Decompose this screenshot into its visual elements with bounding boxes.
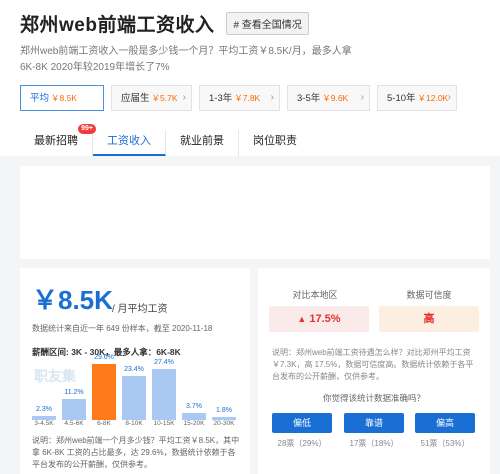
filter-graduate[interactable]: 应届生 ￥5.7K › — [111, 85, 192, 111]
chart-data-label: 3.7% — [186, 403, 202, 410]
tab-duties[interactable]: 岗位职责 — [239, 130, 311, 156]
chart-data-label: 27.4% — [154, 359, 174, 366]
filter-label: 1-3年 — [209, 93, 233, 104]
sample-note: 数据统计来自近一年 649 份样本，截至 2020-11-18 — [32, 324, 213, 333]
chart-tick-label: 3-4.5K — [34, 420, 54, 427]
chart-tick-label: 15-20K — [183, 420, 205, 427]
chart-tick-label: 8-10K — [125, 420, 143, 427]
salary-unit-label: / 月平均工资 — [112, 304, 168, 315]
compare-value-box: ▲ 17.5% — [269, 306, 369, 332]
trust-heading: 数据可信度 — [406, 290, 452, 300]
vote-high-count: 51票（53%） — [420, 439, 470, 448]
filter-label: 应届生 — [121, 93, 150, 104]
chart-bar — [62, 399, 86, 420]
experience-filter: 平均 ￥8.5K 应届生 ￥5.7K › 1-3年 ￥7.8K › 3-5年 ￥9.6K… — [20, 85, 464, 111]
salary-summary: 郑州web前端工资收入一般是多少钱一个月？平均工资￥8.5K/月，最多人拿 6K… — [20, 46, 352, 73]
filter-value: ￥5.7K — [151, 93, 178, 103]
accuracy-question: 你觉得该统计数据准确吗？ — [322, 393, 425, 403]
vote-reliable-count: 17票（18%） — [349, 439, 399, 448]
page-title: 郑州web前端工资收入 — [20, 15, 215, 36]
salary-description: 说明：郑州web前端一个月多少钱？平均工资￥8.5K，其中拿 6K-8K 工资的… — [32, 436, 240, 469]
vote-low-button[interactable]: 偏低 — [272, 413, 332, 433]
filter-value: ￥9.6K — [322, 93, 349, 103]
chart-bar — [122, 376, 146, 420]
chevron-right-icon: › — [360, 92, 364, 103]
chevron-right-icon: › — [447, 92, 451, 103]
chevron-right-icon: › — [182, 92, 186, 103]
tab-label: 最新招聘 — [34, 135, 78, 147]
title-row: 郑州web前端工资收入 # 查看全国情况 — [20, 10, 309, 37]
chart-data-label: 23.4% — [124, 366, 144, 373]
chart-bar — [152, 369, 176, 420]
filter-label: 3-5年 — [297, 93, 321, 104]
average-salary-value: ￥8.5K — [32, 285, 113, 315]
chart-tick-label: 20-30K — [213, 420, 235, 427]
tab-prospect[interactable]: 就业前景 — [166, 130, 239, 156]
average-salary-card: ￥8.5K / 月平均工资 数据统计来自近一年 649 份样本，截至 2020-… — [20, 268, 250, 474]
comparison-card: 对比本地区 数据可信度 ▲ 17.5% 高 说明：郑州web前端工资待遇怎么样？… — [258, 268, 490, 474]
filter-average[interactable]: 平均 ￥8.5K — [20, 85, 104, 111]
tab-salary[interactable]: 工资收入 — [93, 130, 166, 156]
tab-jobs[interactable]: 最新招聘 99+ — [20, 124, 96, 156]
filter-label: 5-10年 — [387, 93, 416, 104]
chart-tick-label: 6-8K — [97, 420, 111, 427]
filter-value: ￥7.8K — [234, 93, 261, 103]
chart-bar — [182, 413, 206, 420]
chart-data-label: 2.3% — [36, 406, 52, 413]
chart-data-label: 1.8% — [216, 407, 232, 414]
compare-value: 17.5% — [309, 313, 341, 325]
chart-tick-label: 10-15K — [153, 420, 175, 427]
filter-value: ￥8.5K — [51, 93, 78, 103]
vote-low-count: 28票（29%） — [277, 439, 327, 448]
trust-value-box: 高 — [379, 306, 479, 332]
filter-5-10-years[interactable]: 5-10年 ￥12.0K › — [377, 85, 457, 111]
salary-distribution-chart: 2.3% 11.2% 29.6% 23.4% 27.4% 3.7% 1.8% — [32, 354, 242, 420]
vote-reliable-button[interactable]: 靠谱 — [344, 413, 404, 433]
chart-tick-label: 4.5-6K — [64, 420, 84, 427]
view-national-button[interactable]: # 查看全国情况 — [226, 12, 309, 35]
vote-high-button[interactable]: 偏高 — [415, 413, 475, 433]
up-arrow-icon: ▲ — [297, 314, 307, 324]
header-panel: 郑州web前端工资收入 # 查看全国情况 郑州web前端工资收入一般是多少钱一个… — [0, 0, 500, 156]
filter-3-5-years[interactable]: 3-5年 ￥9.6K › — [287, 85, 370, 111]
chart-data-label: 11.2% — [64, 389, 84, 396]
filter-label: 平均 — [30, 93, 50, 104]
filter-1-3-years[interactable]: 1-3年 ￥7.8K › — [199, 85, 280, 111]
compare-heading: 对比本地区 — [292, 290, 338, 300]
tab-bar: 最新招聘 99+ 工资收入 就业前景 岗位职责 — [20, 124, 311, 156]
blank-banner-area — [20, 166, 490, 259]
comparison-note: 说明：郑州web前端工资待遇怎么样？对比郑州平均工资￥7.3K，高 17.5%，… — [272, 348, 474, 381]
chart-bar — [92, 364, 116, 420]
chart-data-label: 29.6% — [94, 354, 114, 361]
filter-value: ￥12.0K — [417, 93, 449, 103]
chevron-right-icon: › — [270, 92, 274, 103]
